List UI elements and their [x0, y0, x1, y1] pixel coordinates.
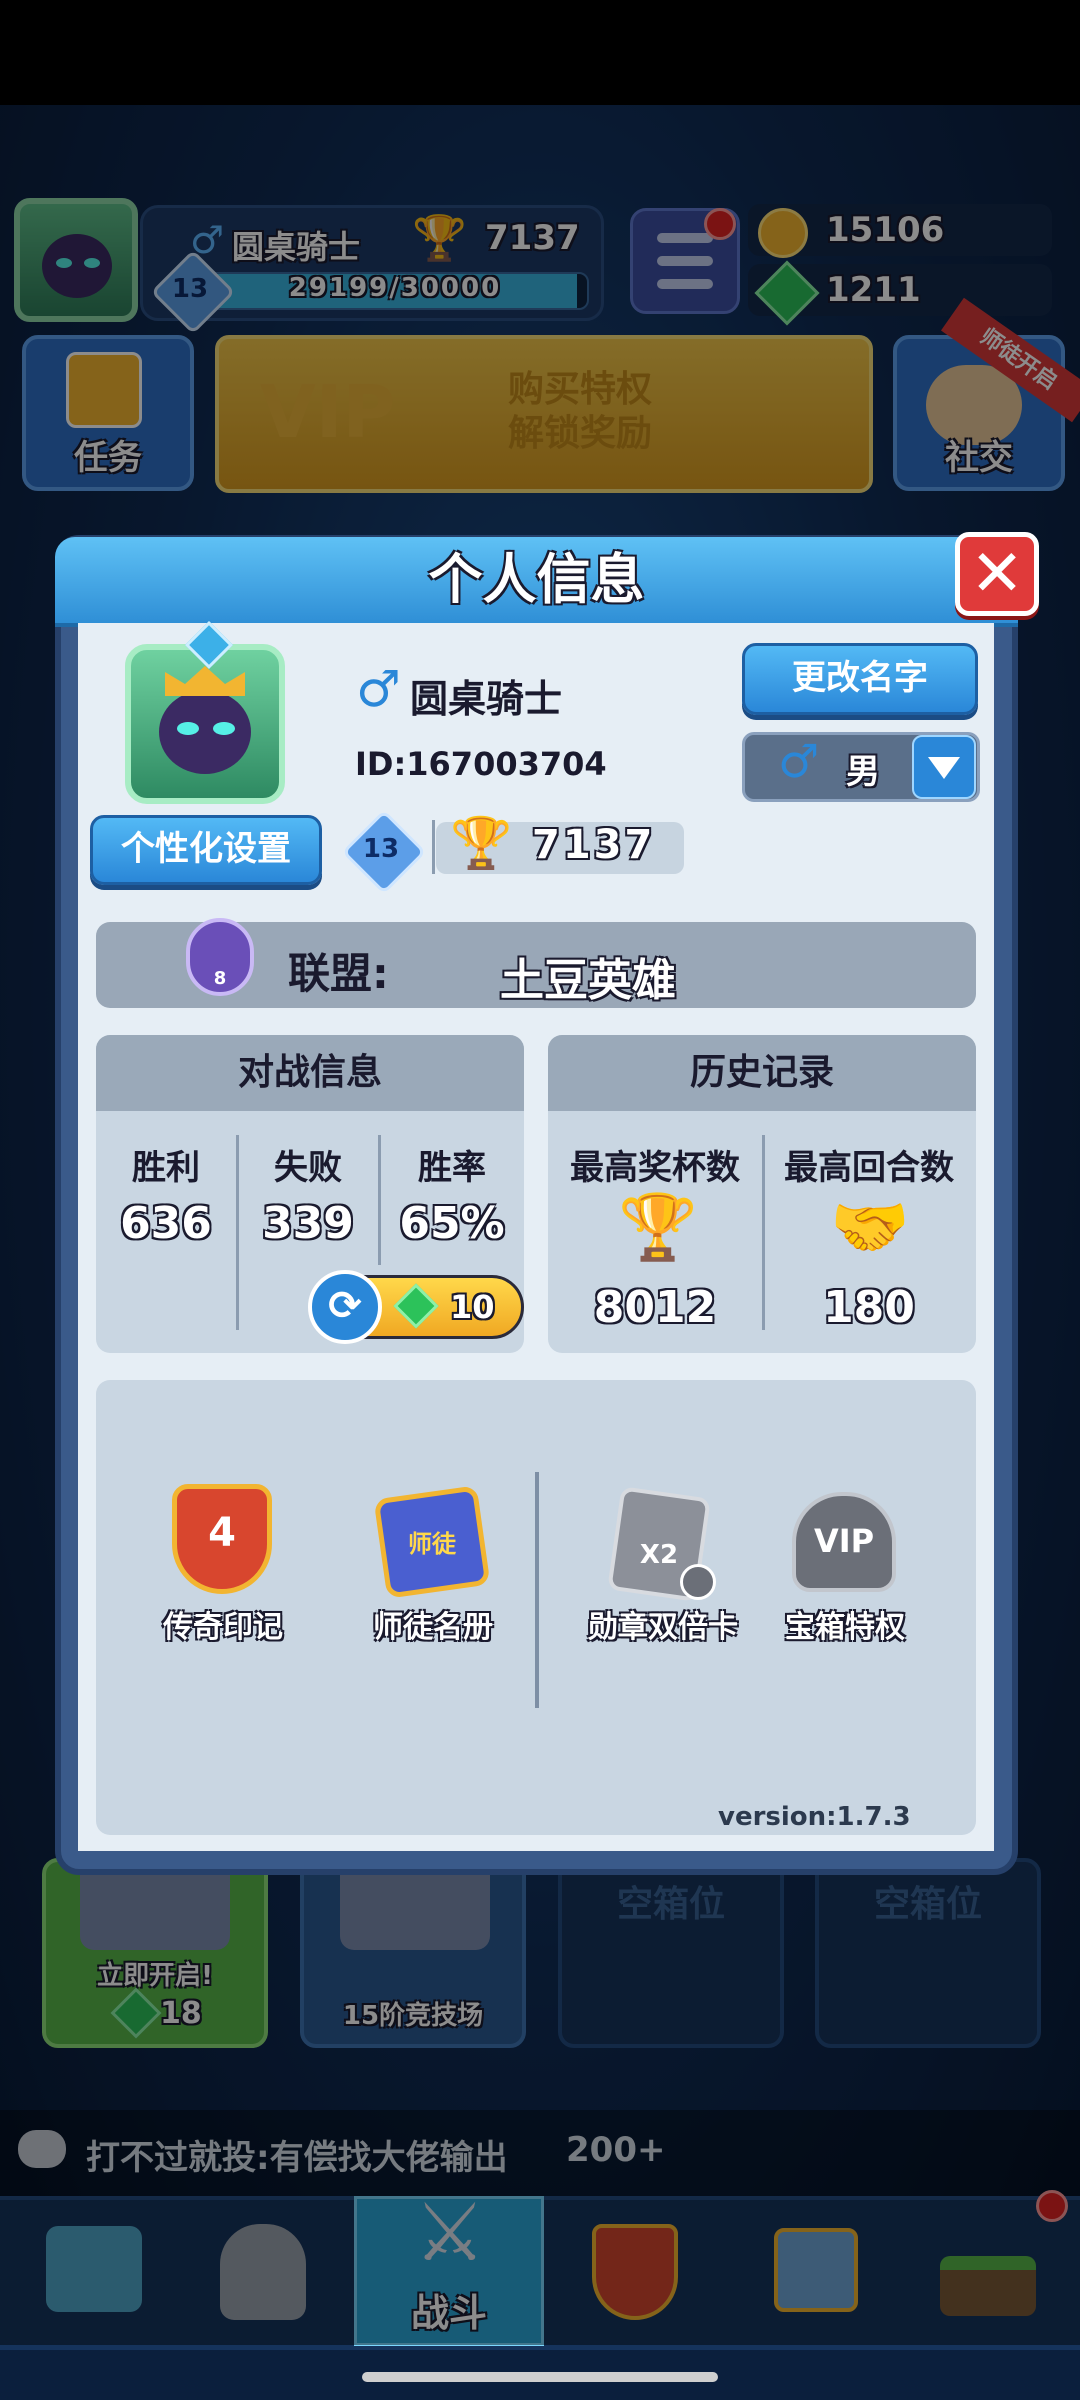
close-icon: ✕: [970, 537, 1024, 611]
max-trophies-label: 最高奖杯数: [570, 1148, 740, 1188]
medal-double-card-label: 勋章双倍卡: [588, 1610, 738, 1645]
gender-select-value: 男: [846, 752, 880, 792]
divider: [432, 820, 435, 874]
refresh-icon: ⟳: [308, 1270, 382, 1344]
alliance-label: 联盟:: [288, 949, 389, 998]
home-indicator[interactable]: [362, 2372, 718, 2382]
chevron-down-icon[interactable]: [912, 735, 976, 799]
wins-value: 636: [120, 1198, 212, 1249]
gender-select-icon: ♂: [778, 734, 820, 788]
vip-crown-text: VIP: [813, 1522, 875, 1560]
battle-info-title: 对战信息: [96, 1035, 524, 1111]
max-rounds-value: 180: [823, 1282, 915, 1333]
wins-label: 胜利: [132, 1148, 200, 1188]
clock-icon: [680, 1564, 716, 1600]
dialog-title: 个人信息: [428, 548, 645, 611]
losses-label: 失败: [274, 1148, 342, 1188]
divider: [535, 1472, 539, 1708]
gender-icon: ♂: [356, 660, 401, 718]
losses-value: 339: [262, 1198, 354, 1249]
legend-badge-number: 4: [208, 1510, 236, 1556]
player-trophies: 7137: [532, 822, 656, 868]
mentor-roster-label: 师徒名册: [373, 1610, 493, 1645]
status-bar: [0, 0, 1080, 105]
close-button[interactable]: ✕: [955, 532, 1039, 616]
max-trophies-value: 8012: [593, 1282, 717, 1333]
alliance-name: 土豆英雄: [500, 955, 676, 1006]
customize-button[interactable]: 个性化设置: [90, 815, 322, 885]
rename-button[interactable]: 更改名字: [742, 643, 978, 715]
legend-mark-label: 传奇印记: [163, 1610, 283, 1645]
trophy-icon: 🏆: [618, 1191, 698, 1265]
player-avatar[interactable]: [125, 644, 285, 804]
max-rounds-label: 最高回合数: [784, 1148, 954, 1188]
handshake-icon: 🤝: [830, 1191, 910, 1265]
winrate-label: 胜率: [418, 1148, 486, 1188]
trophy-icon: 🏆: [450, 814, 513, 872]
refresh-cost: 10: [450, 1288, 495, 1326]
mentor-book-text: 师徒: [408, 1530, 456, 1558]
player-id: ID:167003704: [355, 745, 607, 783]
alliance-emblem-level: 8: [213, 968, 227, 989]
chest-privilege-label: 宝箱特权: [785, 1610, 905, 1645]
history-title: 历史记录: [548, 1035, 976, 1111]
version-text: version:1.7.3: [718, 1802, 911, 1832]
player-level: 13: [362, 834, 400, 864]
player-name: 圆桌骑士: [410, 677, 563, 721]
winrate-value: 65%: [399, 1198, 505, 1249]
